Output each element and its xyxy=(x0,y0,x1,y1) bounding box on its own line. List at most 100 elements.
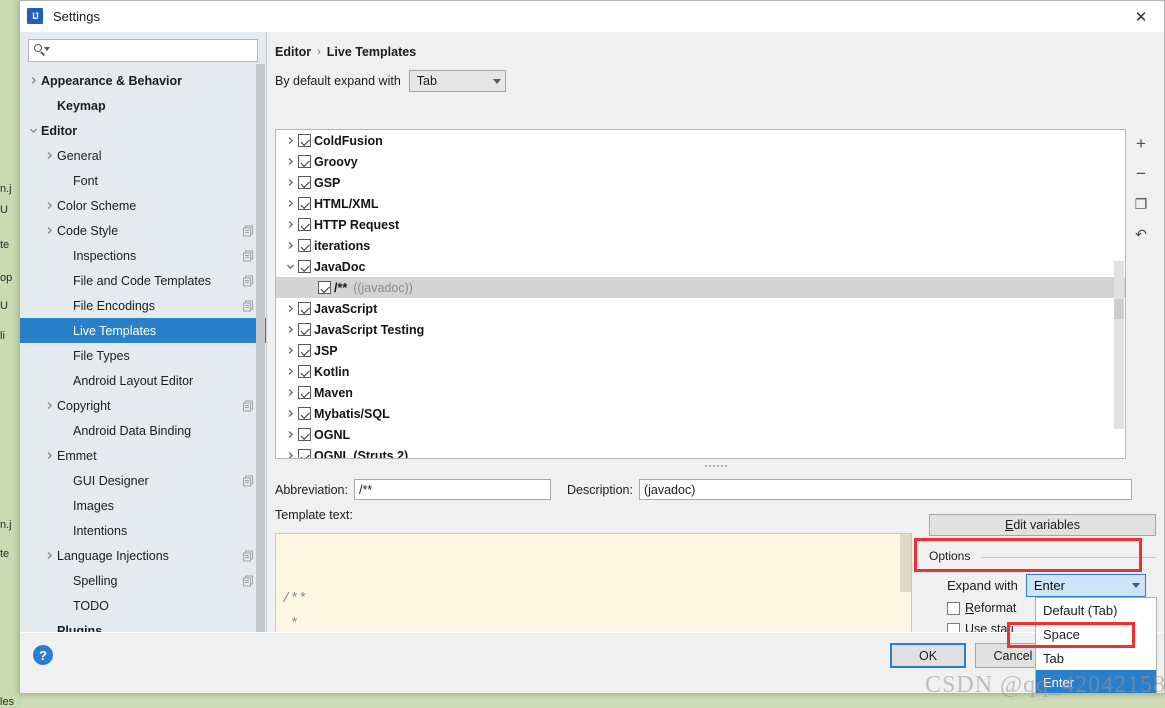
template-checkbox[interactable] xyxy=(298,407,311,420)
sidebar-item-appearance-behavior[interactable]: Appearance & Behavior xyxy=(20,68,266,93)
minus-icon[interactable]: − xyxy=(1130,164,1152,183)
template-row[interactable]: Maven xyxy=(276,382,1125,403)
template-checkbox[interactable] xyxy=(298,344,311,357)
chevron-right-icon[interactable] xyxy=(282,451,298,458)
sidebar-item-language-injections[interactable]: Language Injections xyxy=(20,543,266,568)
expand-with-dropdown[interactable]: Default (Tab)SpaceTabEnterNone xyxy=(1035,597,1157,693)
templates-scrollbar[interactable] xyxy=(1114,131,1124,457)
template-checkbox[interactable] xyxy=(298,260,311,273)
template-row[interactable]: OGNL xyxy=(276,424,1125,445)
chevron-right-icon[interactable] xyxy=(42,151,57,160)
chevron-right-icon[interactable] xyxy=(42,226,57,235)
sidebar-item-images[interactable]: Images xyxy=(20,493,266,518)
chevron-right-icon[interactable] xyxy=(282,388,298,397)
sidebar-item-gui-designer[interactable]: GUI Designer xyxy=(20,468,266,493)
chevron-right-icon[interactable] xyxy=(282,304,298,313)
template-checkbox[interactable] xyxy=(298,218,311,231)
sidebar-item-android-data-binding[interactable]: Android Data Binding xyxy=(20,418,266,443)
chevron-down-icon[interactable] xyxy=(26,126,41,135)
template-row[interactable]: /** ((javadoc)) xyxy=(276,277,1125,298)
chevron-right-icon[interactable] xyxy=(282,241,298,250)
sidebar-item-keymap[interactable]: Keymap xyxy=(20,93,266,118)
sidebar-scroll-thumb[interactable] xyxy=(256,64,265,649)
template-row[interactable]: HTTP Request xyxy=(276,214,1125,235)
close-icon[interactable]: ✕ xyxy=(1118,1,1164,32)
copy-settings-icon[interactable] xyxy=(243,225,254,236)
default-expand-select[interactable]: Tab xyxy=(408,70,506,92)
chevron-right-icon[interactable] xyxy=(282,199,298,208)
search-input[interactable] xyxy=(51,42,241,59)
edit-variables-button[interactable]: Edit variables xyxy=(929,514,1156,536)
sidebar-item-color-scheme[interactable]: Color Scheme xyxy=(20,193,266,218)
template-checkbox[interactable] xyxy=(298,386,311,399)
chevron-right-icon[interactable] xyxy=(42,451,57,460)
sidebar-item-live-templates[interactable]: Live Templates xyxy=(20,318,266,343)
copy-settings-icon[interactable] xyxy=(243,400,254,411)
template-row[interactable]: Mybatis/SQL xyxy=(276,403,1125,424)
help-button[interactable]: ? xyxy=(33,645,53,665)
sidebar-item-code-style[interactable]: Code Style xyxy=(20,218,266,243)
revert-icon[interactable]: ↶ xyxy=(1130,225,1152,243)
copy-settings-icon[interactable] xyxy=(243,250,254,261)
template-row[interactable]: ColdFusion xyxy=(276,130,1125,151)
sidebar-item-emmet[interactable]: Emmet xyxy=(20,443,266,468)
template-row[interactable]: JavaScript Testing xyxy=(276,319,1125,340)
ok-button[interactable]: OK xyxy=(890,643,966,668)
chevron-right-icon[interactable] xyxy=(42,201,57,210)
template-row[interactable]: Kotlin xyxy=(276,361,1125,382)
plus-icon[interactable]: + xyxy=(1130,134,1152,153)
sidebar-item-android-layout-editor[interactable]: Android Layout Editor xyxy=(20,368,266,393)
sidebar-item-file-types[interactable]: File Types xyxy=(20,343,266,368)
template-row[interactable]: HTML/XML xyxy=(276,193,1125,214)
chevron-right-icon[interactable] xyxy=(282,325,298,334)
template-checkbox[interactable] xyxy=(318,281,331,294)
template-row[interactable]: OGNL (Struts 2) xyxy=(276,445,1125,458)
copy-settings-icon[interactable] xyxy=(243,550,254,561)
dropdown-option-enter[interactable]: Enter xyxy=(1036,670,1156,693)
option-checkbox[interactable] xyxy=(947,601,960,615)
template-checkbox[interactable] xyxy=(298,302,311,315)
template-checkbox[interactable] xyxy=(298,176,311,189)
search-box[interactable] xyxy=(28,39,258,62)
sidebar-item-editor[interactable]: Editor xyxy=(20,118,266,143)
copy-settings-icon[interactable] xyxy=(243,575,254,586)
sidebar-item-plugins[interactable]: Plugins xyxy=(20,618,266,633)
templates-list[interactable]: ColdFusion Groovy GSP HTML/XML HTTP Request i… xyxy=(275,129,1126,459)
template-row[interactable]: JSP xyxy=(276,340,1125,361)
chevron-right-icon[interactable] xyxy=(282,346,298,355)
dropdown-option-tab[interactable]: Tab xyxy=(1036,646,1156,670)
chevron-right-icon[interactable] xyxy=(42,401,57,410)
template-checkbox[interactable] xyxy=(298,239,311,252)
chevron-right-icon[interactable] xyxy=(282,409,298,418)
copy-icon[interactable]: ❐ xyxy=(1130,195,1152,213)
sidebar-item-general[interactable]: General xyxy=(20,143,266,168)
sidebar-scrollbar[interactable] xyxy=(256,64,265,649)
expand-with-select[interactable]: Enter xyxy=(1025,574,1146,597)
template-row[interactable]: JavaDoc xyxy=(276,256,1125,277)
template-checkbox[interactable] xyxy=(298,428,311,441)
chevron-right-icon[interactable] xyxy=(26,76,41,85)
sidebar-item-file-encodings[interactable]: File Encodings xyxy=(20,293,266,318)
template-checkbox[interactable] xyxy=(298,134,311,147)
description-input[interactable] xyxy=(638,479,1132,500)
sidebar-item-font[interactable]: Font xyxy=(20,168,266,193)
template-checkbox[interactable] xyxy=(298,155,311,168)
chevron-down-icon[interactable] xyxy=(282,262,298,271)
template-row[interactable]: GSP xyxy=(276,172,1125,193)
template-checkbox[interactable] xyxy=(298,323,311,336)
template-checkbox[interactable] xyxy=(298,365,311,378)
sidebar-item-spelling[interactable]: Spelling xyxy=(20,568,266,593)
breadcrumb-parent[interactable]: Editor xyxy=(275,45,311,59)
template-editor-scroll-thumb[interactable] xyxy=(900,534,911,592)
chevron-right-icon[interactable] xyxy=(282,220,298,229)
sidebar-item-todo[interactable]: TODO xyxy=(20,593,266,618)
chevron-right-icon[interactable] xyxy=(282,157,298,166)
template-row[interactable]: Groovy xyxy=(276,151,1125,172)
dropdown-option-space[interactable]: Space xyxy=(1036,622,1156,646)
template-checkbox[interactable] xyxy=(298,197,311,210)
splitter-handle[interactable] xyxy=(275,460,1156,472)
copy-settings-icon[interactable] xyxy=(243,275,254,286)
sidebar-item-intentions[interactable]: Intentions xyxy=(20,518,266,543)
chevron-right-icon[interactable] xyxy=(282,136,298,145)
templates-scroll-thumb[interactable] xyxy=(1114,261,1124,429)
